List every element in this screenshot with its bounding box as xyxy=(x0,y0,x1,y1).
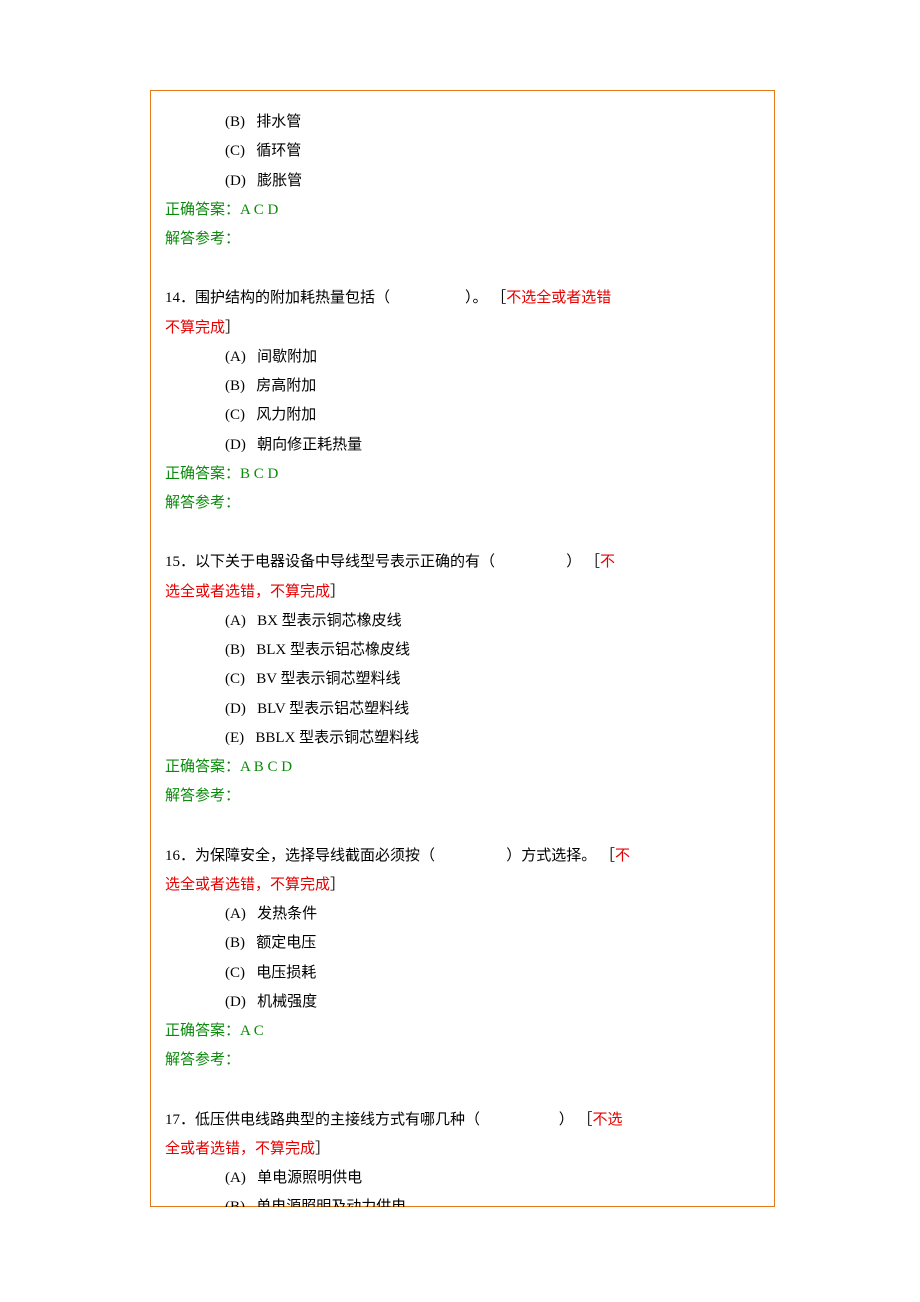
incomplete-note-part2: 选全或者选错，不算完成 xyxy=(165,584,330,600)
q15-number: 15． xyxy=(165,554,195,570)
q15-stem-line1: 15．以下关于电器设备中导线型号表示正确的有（ ） ［不 xyxy=(165,548,765,577)
q15-option-b: (B) BLX 型表示铝芯橡皮线 xyxy=(165,636,765,665)
q14-option-b: (B) 房高附加 xyxy=(165,372,765,401)
q14-option-a: (A) 间歇附加 xyxy=(165,343,765,372)
incomplete-note-part2: 不算完成 xyxy=(165,320,225,336)
incomplete-note-part2: 选全或者选错，不算完成 xyxy=(165,877,330,893)
q16-option-a: (A) 发热条件 xyxy=(165,900,765,929)
answer-value: A C D xyxy=(240,202,278,218)
q15-ref: 解答参考： xyxy=(165,782,765,811)
q17-option-a: (A) 单电源照明供电 xyxy=(165,1164,765,1193)
bracket-close: ］ xyxy=(330,877,345,893)
q16-stem: 为保障安全，选择导线截面必须按（ ）方式选择。 ［ xyxy=(195,848,615,864)
q17-stem-line2: 全或者选错，不算完成］ xyxy=(165,1135,765,1164)
q16-answer: 正确答案：A C xyxy=(165,1017,765,1046)
q17-stem: 低压供电线路典型的主接线方式有哪几种（ ） ［ xyxy=(195,1112,593,1128)
q17-option-b: (B) 单电源照明及动力供电 xyxy=(165,1193,765,1207)
q14-number: 14． xyxy=(165,290,195,306)
q16-stem-line2: 选全或者选错，不算完成］ xyxy=(165,871,765,900)
answer-label: 正确答案： xyxy=(165,759,240,775)
answer-label: 正确答案： xyxy=(165,202,240,218)
answer-value: A C xyxy=(240,1023,264,1039)
q13-ref: 解答参考： xyxy=(165,225,765,254)
answer-value: B C D xyxy=(240,466,278,482)
q14-option-d: (D) 朝向修正耗热量 xyxy=(165,431,765,460)
q13-option-c: (C) 循环管 xyxy=(165,137,765,166)
bracket-close: ］ xyxy=(330,584,345,600)
spacer xyxy=(165,518,765,548)
q14-stem: 围护结构的附加耗热量包括（ ）。 ［ xyxy=(195,290,506,306)
q15-option-a: (A) BX 型表示铜芯橡皮线 xyxy=(165,607,765,636)
bracket-close: ］ xyxy=(315,1141,330,1157)
q16-number: 16． xyxy=(165,848,195,864)
q13-option-d: (D) 膨胀管 xyxy=(165,167,765,196)
q15-option-c: (C) BV 型表示铜芯塑料线 xyxy=(165,665,765,694)
q15-stem: 以下关于电器设备中导线型号表示正确的有（ ） ［ xyxy=(195,554,600,570)
q14-stem-line1: 14．围护结构的附加耗热量包括（ ）。 ［不选全或者选错 xyxy=(165,284,765,313)
q15-answer: 正确答案：A B C D xyxy=(165,753,765,782)
q16-option-c: (C) 电压损耗 xyxy=(165,959,765,988)
content-area: (B) 排水管 (C) 循环管 (D) 膨胀管 正确答案：A C D 解答参考：… xyxy=(150,90,775,1207)
q14-stem-line2: 不算完成］ xyxy=(165,314,765,343)
incomplete-note-part2: 全或者选错，不算完成 xyxy=(165,1141,315,1157)
q15-option-d: (D) BLV 型表示铝芯塑料线 xyxy=(165,695,765,724)
q13-answer: 正确答案：A C D xyxy=(165,196,765,225)
incomplete-note-part1: 不选全或者选错 xyxy=(506,290,611,306)
answer-label: 正确答案： xyxy=(165,466,240,482)
q13-option-b: (B) 排水管 xyxy=(165,108,765,137)
answer-label: 正确答案： xyxy=(165,1023,240,1039)
q17-number: 17． xyxy=(165,1112,195,1128)
q16-option-b: (B) 额定电压 xyxy=(165,929,765,958)
document-page: (B) 排水管 (C) 循环管 (D) 膨胀管 正确答案：A C D 解答参考：… xyxy=(0,0,920,1302)
q16-option-d: (D) 机械强度 xyxy=(165,988,765,1017)
spacer xyxy=(165,254,765,284)
incomplete-note-part1: 不 xyxy=(615,848,630,864)
q14-answer: 正确答案：B C D xyxy=(165,460,765,489)
incomplete-note-part1: 不 xyxy=(600,554,615,570)
answer-value: A B C D xyxy=(240,759,292,775)
bracket-close: ］ xyxy=(225,320,240,336)
q15-option-e: (E) BBLX 型表示铜芯塑料线 xyxy=(165,724,765,753)
spacer xyxy=(165,812,765,842)
q17-stem-line1: 17．低压供电线路典型的主接线方式有哪几种（ ） ［不选 xyxy=(165,1106,765,1135)
spacer xyxy=(165,1076,765,1106)
q16-ref: 解答参考： xyxy=(165,1046,765,1075)
q15-stem-line2: 选全或者选错，不算完成］ xyxy=(165,578,765,607)
q16-stem-line1: 16．为保障安全，选择导线截面必须按（ ）方式选择。 ［不 xyxy=(165,842,765,871)
q14-ref: 解答参考： xyxy=(165,489,765,518)
q14-option-c: (C) 风力附加 xyxy=(165,401,765,430)
incomplete-note-part1: 不选 xyxy=(593,1112,623,1128)
